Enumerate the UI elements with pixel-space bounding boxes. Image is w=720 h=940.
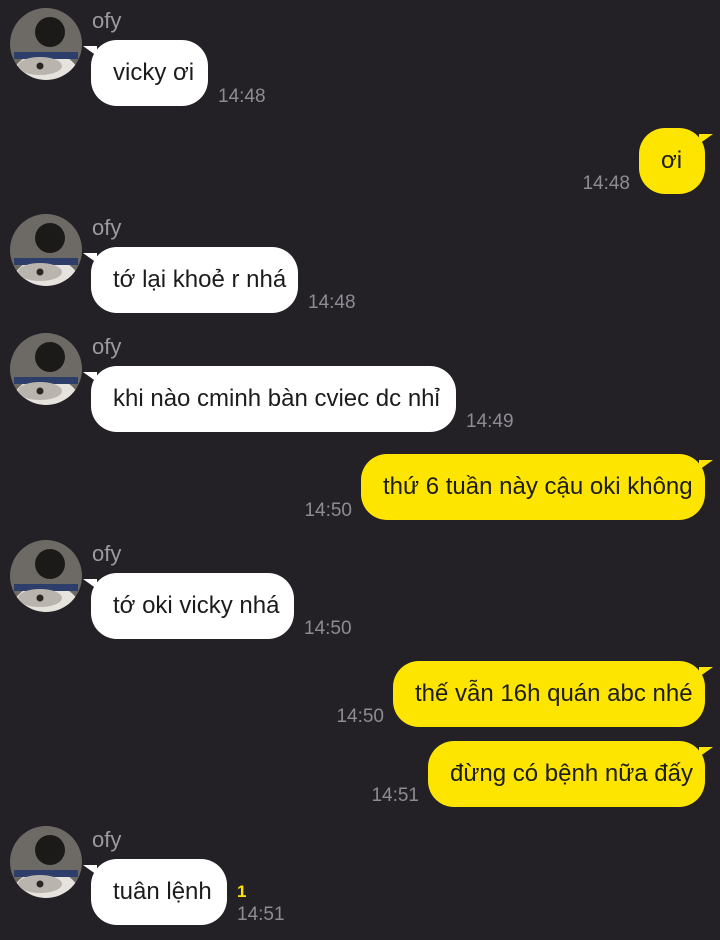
message-time: 14:49: [466, 411, 514, 432]
sender-name: ofy: [92, 541, 122, 566]
message-bubble[interactable]: tớ lại khoẻ r nhá: [83, 247, 298, 313]
message-time: 14:50: [304, 618, 352, 639]
avatar-photo-icon: [10, 214, 82, 286]
message-time: 14:51: [237, 904, 285, 925]
message-time: 14:50: [304, 500, 352, 521]
avatar-photo-icon: [10, 333, 82, 405]
sender-name: ofy: [92, 215, 122, 240]
sender-name: ofy: [92, 334, 122, 359]
message-bubble[interactable]: tớ oki vicky nhá: [83, 573, 294, 639]
sender-avatar[interactable]: [10, 214, 82, 286]
sender-name: ofy: [92, 8, 122, 33]
avatar-photo-icon: [10, 826, 82, 898]
message-bubble[interactable]: ơi: [639, 128, 713, 194]
message-bubble[interactable]: thứ 6 tuần này cậu oki không: [361, 454, 713, 520]
message-time: 14:51: [371, 785, 419, 806]
message-time: 14:50: [336, 706, 384, 727]
message-bubble[interactable]: thế vẫn 16h quán abc nhé: [393, 661, 713, 727]
message-time: 14:48: [308, 292, 356, 313]
sender-avatar[interactable]: [10, 826, 82, 898]
message-bubble[interactable]: khi nào cminh bàn cviec dc nhỉ: [83, 366, 456, 432]
sender-avatar[interactable]: [10, 540, 82, 612]
sender-avatar[interactable]: [10, 333, 82, 405]
message-bubble[interactable]: đừng có bệnh nữa đấy: [428, 741, 713, 807]
unread-count: 1: [237, 882, 247, 901]
avatar-photo-icon: [10, 540, 82, 612]
message-time: 14:48: [218, 86, 266, 107]
message-time: 14:48: [582, 173, 630, 194]
chat-conversation: ofy vicky ơi 14:48 14:48 ơi ofy tớ lại k…: [0, 0, 720, 940]
avatar-photo-icon: [10, 8, 82, 80]
message-bubble[interactable]: vicky ơi: [83, 40, 208, 106]
sender-name: ofy: [92, 827, 122, 852]
message-bubble[interactable]: tuân lệnh: [83, 859, 227, 925]
sender-avatar[interactable]: [10, 8, 82, 80]
